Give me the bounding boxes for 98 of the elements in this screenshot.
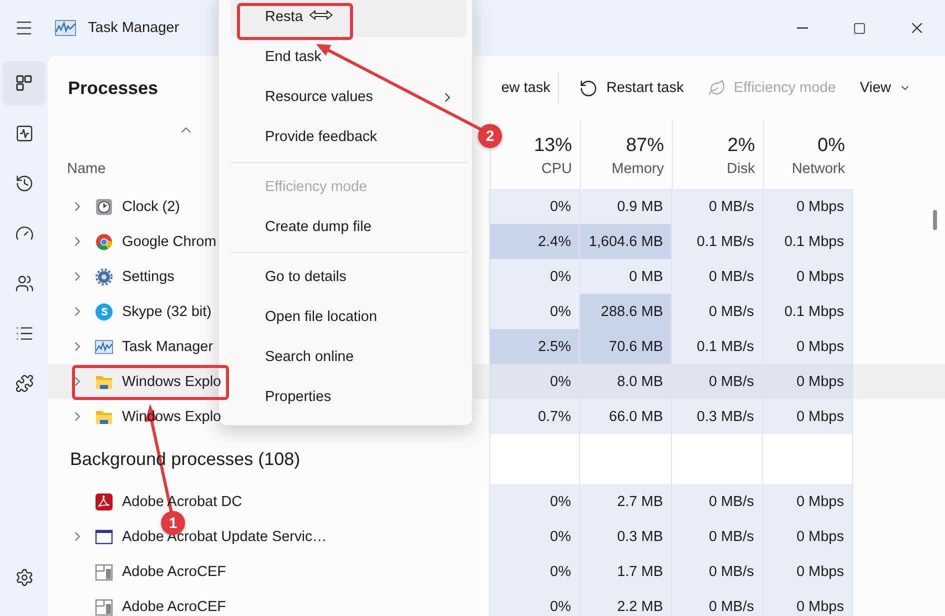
usage-cell: 0 Mbps: [763, 589, 853, 616]
usage-cell: 2.7 MB: [580, 484, 672, 519]
app-icon: [95, 562, 113, 580]
process-row[interactable]: Adobe AcroCEF 0% 1.7 MB 0 MB/s 0 Mbps: [48, 554, 945, 589]
leaf-icon: [708, 79, 726, 97]
process-name: Windows Explo: [122, 374, 222, 390]
window-icon: [95, 528, 113, 546]
usage-cell: 0.7%: [490, 399, 580, 434]
column-header[interactable]: Network: [792, 161, 845, 177]
usage-cell: 0 Mbps: [763, 399, 853, 434]
menu-item[interactable]: End task: [231, 37, 467, 77]
toolbar-button[interactable]: Restart task: [567, 70, 696, 106]
usage-cell: 0 MB: [580, 259, 672, 294]
process-name: Adobe AcroCEF: [122, 598, 226, 614]
window-title: Task Manager: [88, 20, 180, 36]
history-icon: [14, 174, 34, 192]
gauge-icon: [14, 224, 34, 242]
usage-cell: 0%: [490, 259, 580, 294]
usage-cell: 0 MB/s: [672, 189, 763, 224]
chart-icon: [95, 338, 113, 356]
puzzle-icon: [14, 374, 34, 392]
pdf-icon: [95, 492, 113, 510]
usage-cell: 0 Mbps: [763, 519, 853, 554]
restart-icon: [579, 78, 598, 98]
settings-icon: [14, 568, 34, 586]
usage-cell: 0%: [490, 484, 580, 519]
menu-item[interactable]: Resource values: [231, 77, 467, 117]
usage-cell: 0.1 Mbps: [763, 224, 853, 259]
maximize-icon: [853, 22, 866, 34]
usage-cell: 8.0 MB: [580, 364, 672, 399]
process-name: Google Chrom: [122, 234, 216, 250]
column-header[interactable]: Name: [67, 161, 106, 177]
usage-cell: 0.1 MB/s: [672, 329, 763, 364]
column-total: 0%: [818, 135, 845, 157]
usage-cell: 0 MB/s: [672, 519, 763, 554]
process-name: Task Manager: [122, 338, 214, 354]
usage-cell: 70.6 MB: [580, 329, 672, 364]
usage-cell: 0%: [490, 519, 580, 554]
usage-cell: 1.7 MB: [580, 554, 672, 589]
minimize-icon: [797, 27, 808, 29]
usage-cell: 0 MB/s: [672, 554, 763, 589]
usage-cell: 0%: [490, 189, 580, 224]
menu-item[interactable]: Create dump file: [231, 207, 467, 247]
column-total: 87%: [626, 135, 664, 157]
usage-cell: 0.9 MB: [580, 189, 672, 224]
process-name: Settings: [122, 268, 174, 284]
usage-cell: 0%: [490, 294, 580, 329]
app-logo-icon: [55, 20, 76, 36]
usage-cell: 0.1 MB/s: [672, 224, 763, 259]
column-total: 2%: [728, 135, 755, 157]
usage-cell: 2.5%: [490, 329, 580, 364]
menu-item[interactable]: Provide feedback: [231, 117, 467, 157]
performance-icon: [14, 124, 34, 142]
usage-cell: 0 MB/s: [672, 259, 763, 294]
nav-button[interactable]: [3, 61, 45, 105]
resize-cursor-icon: [309, 10, 333, 20]
usage-cell: 0 MB/s: [672, 294, 763, 329]
gear-icon: [95, 268, 113, 286]
usage-cell: 0 MB/s: [672, 589, 763, 616]
process-name: Clock (2): [122, 198, 180, 214]
process-row[interactable]: Adobe AcroCEF 0% 2.2 MB 0 MB/s 0 Mbps: [48, 589, 945, 616]
skype-icon: [95, 302, 113, 320]
process-name: Adobe AcroCEF: [122, 564, 226, 580]
usage-cell: 0 Mbps: [763, 554, 853, 589]
usage-cell: 0 MB/s: [672, 484, 763, 519]
usage-cell: 0 Mbps: [763, 364, 853, 399]
page-title: Processes: [68, 78, 158, 98]
usage-cell: 1,604.6 MB: [580, 224, 672, 259]
usage-cell: 0 Mbps: [763, 329, 853, 364]
usage-cell: 0.3 MB/s: [672, 399, 763, 434]
processes-icon: [15, 74, 33, 92]
usage-cell: 288.6 MB: [580, 294, 672, 329]
usage-cell: 0 Mbps: [763, 189, 853, 224]
process-name: Skype (32 bit): [122, 304, 212, 320]
column-header[interactable]: Memory: [612, 161, 664, 177]
usage-cell: 0%: [490, 589, 580, 616]
toolbar-button[interactable]: ew task: [501, 70, 550, 106]
users-icon: [14, 274, 34, 292]
usage-cell: 0 Mbps: [763, 484, 853, 519]
toolbar-button[interactable]: View: [848, 70, 923, 106]
menu-item[interactable]: Open file location: [231, 297, 467, 337]
clock-icon: [95, 198, 113, 216]
column-header[interactable]: CPU: [541, 161, 572, 177]
scrollbar-thumb[interactable]: [933, 210, 937, 230]
usage-cell: 2.4%: [490, 224, 580, 259]
usage-cell: 0 MB/s: [672, 364, 763, 399]
usage-cell: 0.1 Mbps: [763, 294, 853, 329]
usage-cell: 0 Mbps: [763, 259, 853, 294]
chrome-icon: [95, 232, 113, 250]
usage-cell: 0.3 MB: [580, 519, 672, 554]
usage-cell: 0%: [490, 554, 580, 589]
column-total: 13%: [534, 135, 572, 157]
usage-cell: 0%: [490, 364, 580, 399]
column-header[interactable]: Disk: [726, 161, 755, 177]
menu-item[interactable]: Go to details: [231, 257, 467, 297]
usage-cell: 66.0 MB: [580, 399, 672, 434]
menu-item[interactable]: Resta: [231, 0, 467, 37]
usage-cell: 2.2 MB: [580, 589, 672, 616]
